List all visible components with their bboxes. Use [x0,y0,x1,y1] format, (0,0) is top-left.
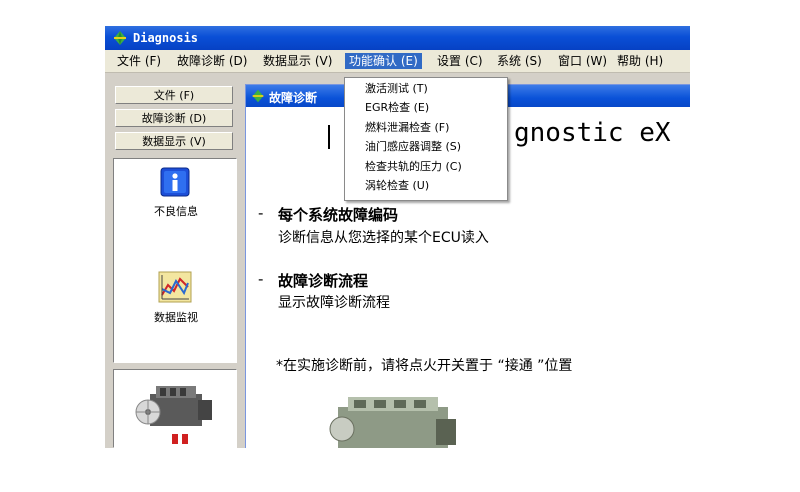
child-logo-icon [252,89,264,103]
menu-function-confirm[interactable]: 功能确认 (E) [345,53,422,69]
function-confirm-dropdown: 激活测试 (T) EGR检查 (E) 燃料泄漏检查 (F) 油门感应器调整 (S… [344,77,508,201]
section-title[interactable]: 故障诊断流程 [278,270,368,291]
sidebar-icon-panel: 不良信息 数据监视 [113,158,237,363]
engine-image-panel [113,369,237,448]
section-description: 显示故障诊断流程 [278,295,390,311]
title-bar[interactable]: Diagnosis [105,26,690,50]
ignition-note: *在实施诊断前，请将点火开关置于 “接通 ”位置 [276,358,573,374]
menu-item-fuel-leak-check[interactable]: 燃料泄漏检查 (F) [365,119,449,137]
menu-item-turbo-check[interactable]: 涡轮检查 (U) [365,177,429,195]
menu-bar: 文件 (F) 故障诊断 (D) 数据显示 (V) 功能确认 (E) 设置 (C)… [105,50,690,73]
window-title: Diagnosis [133,31,199,45]
chart-icon[interactable] [158,271,192,303]
info-icon[interactable] [160,167,190,197]
menu-item-egr-check[interactable]: EGR检查 (E) [365,99,429,117]
left-sidebar: 文件 (F) 故障诊断 (D) 数据显示 (V) 不良信息 数据监视 [105,73,243,448]
sidebar-button-fault-diagnosis[interactable]: 故障诊断 (D) [115,109,233,127]
menu-item-activation-test[interactable]: 激活测试 (T) [365,80,428,98]
menu-item-common-rail-pressure[interactable]: 检查共轨的压力 (C) [365,158,462,176]
menu-file[interactable]: 文件 (F) [113,53,165,69]
menu-fault-diagnosis[interactable]: 故障诊断 (D) [173,53,251,69]
child-window-title: 故障诊断 [269,91,318,105]
engine-image [135,386,212,444]
banner-text: gnostic eX [514,118,671,148]
menu-settings[interactable]: 设置 (C) [433,53,487,69]
info-icon-label: 不良信息 [154,205,198,218]
sidebar-button-file[interactable]: 文件 (F) [115,86,233,104]
menu-help[interactable]: 帮助 (H) [613,53,667,69]
section-bullet: - [258,270,264,288]
chart-icon-label: 数据监视 [154,311,198,324]
section-title[interactable]: 每个系统故障编码 [278,204,398,225]
section-description: 诊断信息从您选择的某个ECU读入 [278,230,489,246]
sidebar-button-data-display[interactable]: 数据显示 (V) [115,132,233,150]
menu-system[interactable]: 系统 (S) [493,53,546,69]
menu-window[interactable]: 窗口 (W) [554,53,611,69]
section-bullet: - [258,204,264,222]
menu-item-throttle-sensor-adjust[interactable]: 油门感应器调整 (S) [365,138,461,156]
menu-data-display[interactable]: 数据显示 (V) [259,53,336,69]
app-logo-icon [114,31,126,45]
banner-left-bar [328,125,330,149]
engine-photo [329,397,456,448]
